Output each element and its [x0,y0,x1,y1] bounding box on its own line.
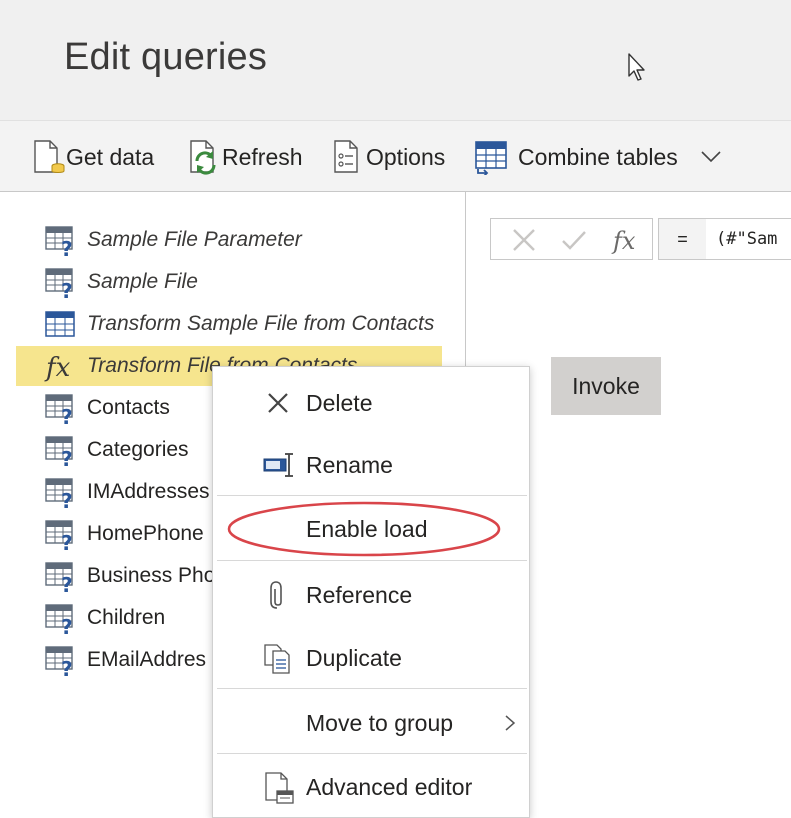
svg-text:fx: fx [611,227,636,255]
fx-icon: fx [44,353,71,382]
query-label: Sample File [87,270,198,293]
check-icon[interactable] [561,228,587,252]
fx-icon[interactable]: fx [611,225,641,255]
svg-text:fx: fx [44,353,71,382]
chevron-down-icon[interactable] [700,146,722,168]
get-data-button[interactable]: Get data [32,137,154,177]
menu-item-move-to-group[interactable]: Move to group [213,693,529,753]
table-question-icon: ? [45,562,73,592]
formula-buttons: fx [490,218,653,260]
menu-item-label: Advanced editor [306,773,473,800]
options-document-icon [332,139,366,175]
query-label: IMAddresses [87,480,210,503]
delete-x-icon [268,393,288,413]
menu-separator [217,560,527,561]
menu-separator [217,753,527,754]
get-data-label: Get data [66,143,155,170]
svg-text:?: ? [61,615,73,634]
refresh-button[interactable]: Refresh [188,137,303,177]
page-title: Edit queries [64,36,268,78]
query-label: Categories [87,438,189,461]
table-question-icon: ? [45,394,73,424]
title-bar: Edit queries [0,0,791,120]
menu-item-delete[interactable]: Delete [213,373,529,433]
chevron-right-icon [505,715,516,731]
svg-text:?: ? [61,531,73,550]
query-label: HomePhone [87,522,204,545]
menu-separator [217,495,527,496]
query-label: Business Pho [87,564,216,587]
table-question-icon: ? [45,478,73,508]
svg-text:?: ? [61,657,73,676]
table-icon [45,311,75,337]
cancel-icon[interactable] [511,228,537,252]
invoke-button[interactable]: Invoke [551,357,661,415]
table-question-icon: ? [45,226,73,256]
menu-item-label: Enable load [306,515,428,542]
menu-item-label: Duplicate [306,644,402,671]
combine-tables-label: Combine tables [518,143,678,170]
refresh-label: Refresh [222,143,303,170]
query-item-transform-sample-file[interactable]: Transform Sample File from Contacts [16,304,442,344]
table-question-icon: ? [45,646,73,676]
svg-text:?: ? [61,489,73,508]
table-question-icon: ? [45,268,73,298]
svg-text:?: ? [61,405,73,424]
advanced-editor-icon [265,772,294,804]
menu-item-reference[interactable]: Reference [213,565,529,625]
formula-bar: fx = (#"Sam [490,218,791,260]
menu-separator [217,688,527,689]
table-question-icon: ? [45,436,73,466]
query-item-sample-file-parameter[interactable]: ? Sample File Parameter [16,220,442,260]
query-label: Sample File Parameter [87,228,302,251]
paperclip-icon [270,581,282,609]
menu-item-duplicate[interactable]: Duplicate [213,628,529,688]
context-menu: Delete Rename Enable load Reference Dupl… [212,366,530,818]
svg-text:?: ? [61,279,73,298]
query-label: Transform Sample File from Contacts [87,312,435,335]
formula-input[interactable]: (#"Sam [706,218,791,260]
menu-item-enable-load[interactable]: Enable load [213,499,529,559]
options-button[interactable]: Options [332,137,445,177]
combine-tables-icon [474,139,518,175]
options-label: Options [366,143,446,170]
table-question-icon: ? [45,604,73,634]
combine-tables-button[interactable]: Combine tables [474,137,678,177]
menu-item-label: Reference [306,581,413,608]
formula-equals: = [658,218,706,260]
refresh-icon [188,139,222,175]
table-question-icon: ? [45,520,73,550]
query-label: Contacts [87,396,170,419]
menu-item-label: Delete [306,389,373,416]
query-label: Children [87,606,166,629]
mouse-cursor-icon [628,53,645,81]
menu-item-label: Rename [306,451,393,478]
duplicate-icon [264,644,290,674]
menu-item-label: Move to group [306,709,454,736]
menu-item-rename[interactable]: Rename [213,435,529,495]
svg-text:?: ? [61,573,73,592]
query-label: EMailAddres [87,648,207,671]
document-database-icon [32,139,66,175]
query-item-sample-file[interactable]: ? Sample File [16,262,442,302]
menu-item-advanced-editor[interactable]: Advanced editor [213,757,529,817]
svg-text:?: ? [61,447,73,466]
rename-icon [263,453,293,477]
svg-text:?: ? [61,237,73,256]
